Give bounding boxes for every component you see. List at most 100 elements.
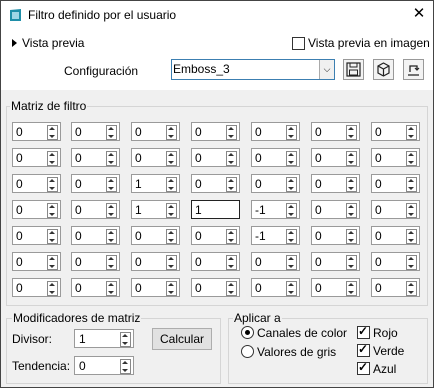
spinner-icon[interactable] [47, 151, 58, 166]
gray-values-radio[interactable] [241, 345, 254, 358]
matrix-cell-r3-c2[interactable]: 0 [71, 174, 120, 193]
spinner-icon[interactable] [47, 281, 58, 296]
bias-spinner-icon[interactable] [120, 359, 131, 374]
matrix-cell-r6-c3[interactable]: 0 [131, 252, 180, 271]
matrix-cell-r6-c6[interactable]: 0 [311, 252, 360, 271]
matrix-cell-r5-c4[interactable]: 0 [191, 226, 240, 245]
matrix-cell-r7-c1[interactable]: 0 [12, 278, 61, 297]
green-checkbox[interactable] [357, 342, 370, 357]
matrix-cell-r1-c6[interactable]: 0 [311, 122, 360, 141]
matrix-cell-r3-c6[interactable]: 0 [311, 174, 360, 193]
divisor-input[interactable]: 1 [74, 329, 134, 348]
spinner-icon[interactable] [166, 151, 177, 166]
bias-input[interactable]: 0 [74, 356, 134, 375]
matrix-cell-r7-c5[interactable]: 0 [251, 278, 300, 297]
spinner-icon[interactable] [106, 125, 117, 140]
spinner-icon[interactable] [106, 281, 117, 296]
reset-preset-button[interactable] [403, 59, 424, 80]
close-icon[interactable]: ✕ [410, 6, 428, 22]
matrix-cell-r6-c1[interactable]: 0 [12, 252, 61, 271]
spinner-icon[interactable] [47, 177, 58, 192]
spinner-icon[interactable] [286, 151, 297, 166]
image-preview-checkbox[interactable] [292, 37, 305, 50]
spinner-icon[interactable] [47, 229, 58, 244]
spinner-icon[interactable] [226, 281, 237, 296]
spinner-icon[interactable] [106, 203, 117, 218]
matrix-cell-r1-c1[interactable]: 0 [12, 122, 61, 141]
spinner-icon[interactable] [406, 203, 417, 218]
matrix-cell-r7-c6[interactable]: 0 [311, 278, 360, 297]
matrix-cell-r7-c2[interactable]: 0 [71, 278, 120, 297]
spinner-icon[interactable] [166, 203, 177, 218]
matrix-cell-r4-c4[interactable]: 1 [191, 200, 240, 219]
red-checkbox[interactable] [357, 324, 370, 339]
spinner-icon[interactable] [47, 125, 58, 140]
spinner-icon[interactable] [166, 177, 177, 192]
spinner-icon[interactable] [166, 125, 177, 140]
matrix-cell-r4-c6[interactable]: 0 [311, 200, 360, 219]
matrix-cell-r6-c5[interactable]: 0 [251, 252, 300, 271]
spinner-icon[interactable] [406, 177, 417, 192]
spinner-icon[interactable] [106, 229, 117, 244]
spinner-icon[interactable] [47, 255, 58, 270]
matrix-cell-r5-c6[interactable]: 0 [311, 226, 360, 245]
spinner-icon[interactable] [166, 281, 177, 296]
spinner-icon[interactable] [346, 281, 357, 296]
spinner-icon[interactable] [226, 125, 237, 140]
matrix-cell-r2-c5[interactable]: 0 [251, 148, 300, 167]
preview-toggle[interactable]: Vista previa [22, 36, 84, 50]
matrix-cell-r2-c4[interactable]: 0 [191, 148, 240, 167]
blue-checkbox[interactable] [357, 360, 370, 375]
matrix-cell-r4-c7[interactable]: 0 [371, 200, 420, 219]
matrix-cell-r3-c1[interactable]: 0 [12, 174, 61, 193]
spinner-icon[interactable] [286, 229, 297, 244]
spinner-icon[interactable] [406, 125, 417, 140]
spinner-icon[interactable] [47, 203, 58, 218]
matrix-cell-r7-c3[interactable]: 0 [131, 278, 180, 297]
spinner-icon[interactable] [346, 255, 357, 270]
spinner-icon[interactable] [406, 255, 417, 270]
spinner-icon[interactable] [286, 177, 297, 192]
spinner-icon[interactable] [346, 203, 357, 218]
spinner-icon[interactable] [226, 177, 237, 192]
spinner-icon[interactable] [346, 125, 357, 140]
matrix-cell-r6-c7[interactable]: 0 [371, 252, 420, 271]
matrix-cell-r1-c7[interactable]: 0 [371, 122, 420, 141]
spinner-icon[interactable] [406, 229, 417, 244]
matrix-cell-r2-c7[interactable]: 0 [371, 148, 420, 167]
matrix-cell-r2-c3[interactable]: 0 [131, 148, 180, 167]
spinner-icon[interactable] [226, 255, 237, 270]
spinner-icon[interactable] [286, 125, 297, 140]
matrix-cell-r2-c2[interactable]: 0 [71, 148, 120, 167]
matrix-cell-r4-c1[interactable]: 0 [12, 200, 61, 219]
spinner-icon[interactable] [346, 151, 357, 166]
matrix-cell-r7-c7[interactable]: 0 [371, 278, 420, 297]
matrix-cell-r4-c3[interactable]: 1 [131, 200, 180, 219]
color-channels-radio[interactable] [241, 326, 254, 339]
matrix-cell-r1-c5[interactable]: 0 [251, 122, 300, 141]
matrix-cell-r1-c2[interactable]: 0 [71, 122, 120, 141]
matrix-cell-r6-c2[interactable]: 0 [71, 252, 120, 271]
spinner-icon[interactable] [406, 281, 417, 296]
expand-arrow-icon[interactable] [12, 39, 17, 47]
spinner-icon[interactable] [106, 255, 117, 270]
spinner-icon[interactable] [406, 151, 417, 166]
calculate-button[interactable]: Calcular [152, 328, 212, 350]
spinner-icon[interactable] [286, 255, 297, 270]
matrix-cell-r7-c4[interactable]: 0 [191, 278, 240, 297]
matrix-cell-r5-c3[interactable]: 0 [131, 226, 180, 245]
matrix-cell-r1-c4[interactable]: 0 [191, 122, 240, 141]
spinner-icon[interactable] [106, 151, 117, 166]
matrix-cell-r5-c1[interactable]: 0 [12, 226, 61, 245]
matrix-cell-r5-c7[interactable]: 0 [371, 226, 420, 245]
spinner-icon[interactable] [346, 229, 357, 244]
matrix-cell-r4-c5[interactable]: -1 [251, 200, 300, 219]
matrix-cell-r6-c4[interactable]: 0 [191, 252, 240, 271]
spinner-icon[interactable] [166, 229, 177, 244]
cube-preset-button[interactable] [373, 59, 394, 80]
matrix-cell-r2-c6[interactable]: 0 [311, 148, 360, 167]
chevron-down-icon[interactable]: ⌵ [319, 60, 334, 79]
matrix-cell-r5-c2[interactable]: 0 [71, 226, 120, 245]
matrix-cell-r3-c3[interactable]: 1 [131, 174, 180, 193]
matrix-cell-r3-c5[interactable]: 0 [251, 174, 300, 193]
